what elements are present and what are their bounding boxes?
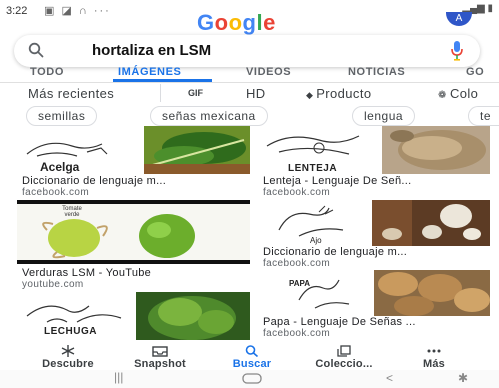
logo-letter: G (197, 10, 215, 35)
tab-imagenes[interactable]: IMÁGENES (118, 66, 181, 78)
result-image-papa-photo[interactable] (374, 270, 490, 316)
microphone-icon[interactable] (450, 40, 464, 62)
result-image-papa-sign[interactable] (259, 270, 373, 316)
result-source-papa[interactable]: facebook.com (263, 328, 330, 339)
image-label-ajo: Ajo (310, 236, 322, 245)
result-title-verduras[interactable]: Verduras LSM - YouTube (22, 267, 151, 279)
result-image-lenteja-photo[interactable] (382, 126, 490, 174)
search-input[interactable]: hortaliza en LSM (92, 42, 211, 59)
inbox-icon (152, 346, 168, 357)
result-image-tomate-verde[interactable] (17, 200, 250, 264)
garlic-photo (372, 200, 490, 246)
nav-buscar[interactable]: Buscar (212, 345, 292, 370)
chip-te[interactable]: te (468, 106, 499, 126)
filter-product[interactable]: ◆ Producto (306, 86, 371, 101)
palette-icon: ❁ (438, 90, 450, 101)
nav-label: Buscar (232, 358, 272, 370)
hand-sign-drawing (26, 142, 108, 157)
image-label-lechuga: LECHUGA (44, 326, 97, 337)
result-source-lenteja[interactable]: facebook.com (263, 187, 330, 198)
filter-recent[interactable]: Más recientes (28, 86, 114, 101)
result-title-ajo[interactable]: Diccionario de lenguaje m... (263, 246, 407, 258)
filter-divider (160, 84, 161, 102)
nav-mas[interactable]: Más (394, 345, 474, 370)
logo-letter: o (214, 10, 229, 35)
search-bar[interactable] (14, 35, 480, 67)
account-avatar[interactable]: A (446, 12, 472, 26)
chard-photo (144, 126, 250, 174)
google-logo: Google (197, 10, 276, 36)
assistant-icon[interactable]: ✱ (458, 371, 468, 385)
more-dots-icon (427, 349, 441, 353)
tab-google[interactable]: GO (466, 66, 484, 78)
tag-icon: ◆ (306, 90, 317, 100)
logo-letter: o (228, 10, 243, 35)
tab-videos[interactable]: VIDEOS (246, 66, 291, 78)
filter-color[interactable]: ❁ Colo (438, 86, 478, 101)
result-image-lechuga-photo[interactable] (136, 292, 250, 340)
nav-label: Descubre (42, 358, 94, 370)
status-time: 3:22 (6, 5, 28, 17)
lentils-photo (382, 126, 490, 174)
nav-label: Snapshot (134, 358, 186, 370)
recent-apps-icon[interactable]: ||| (114, 370, 123, 384)
logo-letter: e (263, 10, 276, 35)
tabs-divider (0, 82, 499, 83)
nav-label: Coleccio... (315, 358, 373, 370)
search-icon[interactable] (28, 42, 44, 58)
lettuce-photo (136, 292, 250, 340)
result-source-acelga[interactable]: facebook.com (22, 187, 89, 198)
image-label-tomate-verde: Tomate verde (62, 206, 82, 218)
nav-colecciones[interactable]: Coleccio... (304, 345, 384, 370)
result-title-papa[interactable]: Papa - Lenguaje De Señas ... (263, 316, 416, 328)
logo-letter: l (256, 10, 264, 35)
asterisk-icon (61, 345, 75, 357)
result-image-acelga-photo[interactable] (144, 126, 250, 174)
image-label-papa: PAPA (289, 279, 311, 288)
back-icon[interactable]: < (386, 371, 393, 385)
filter-color-label: Colo (449, 86, 479, 101)
filter-product-label: Producto (316, 86, 372, 101)
chip-lengua[interactable]: lengua (352, 106, 416, 126)
tab-noticias[interactable]: NOTICIAS (348, 66, 405, 78)
result-source-ajo[interactable]: facebook.com (263, 258, 330, 269)
search-icon (245, 345, 259, 357)
filter-gif[interactable]: GIF (188, 84, 203, 99)
nav-descubre[interactable]: Descubre (28, 345, 108, 370)
chip-senas-mexicana[interactable]: señas mexicana (150, 106, 268, 126)
filter-hd[interactable]: HD (246, 86, 266, 101)
result-title-acelga[interactable]: Diccionario de lenguaje m... (22, 175, 166, 187)
result-image-ajo-photo[interactable] (372, 200, 490, 246)
collections-icon (337, 345, 351, 357)
nav-snapshot[interactable]: Snapshot (120, 345, 200, 370)
logo-letter: g (242, 10, 257, 35)
result-title-lenteja[interactable]: Lenteja - Lenguaje De Señ... (263, 175, 411, 187)
result-source-youtube[interactable]: youtube.com (22, 279, 84, 290)
green-tomato-photo (17, 200, 250, 264)
chip-semillas[interactable]: semillas (26, 106, 98, 126)
result-image-acelga-sign[interactable] (17, 126, 143, 174)
nav-label: Más (423, 358, 445, 370)
home-icon[interactable] (242, 373, 262, 384)
potatoes-photo (374, 270, 490, 316)
hand-sign-drawing (298, 279, 350, 309)
notification-icons: ▣ ◪ ∩ ··· (44, 5, 111, 17)
gif-label: GIF (188, 88, 203, 98)
image-label-lenteja: LENTEJA (288, 163, 338, 174)
tab-todo[interactable]: TODO (30, 66, 64, 78)
image-label-acelga: Acelga (40, 160, 80, 174)
